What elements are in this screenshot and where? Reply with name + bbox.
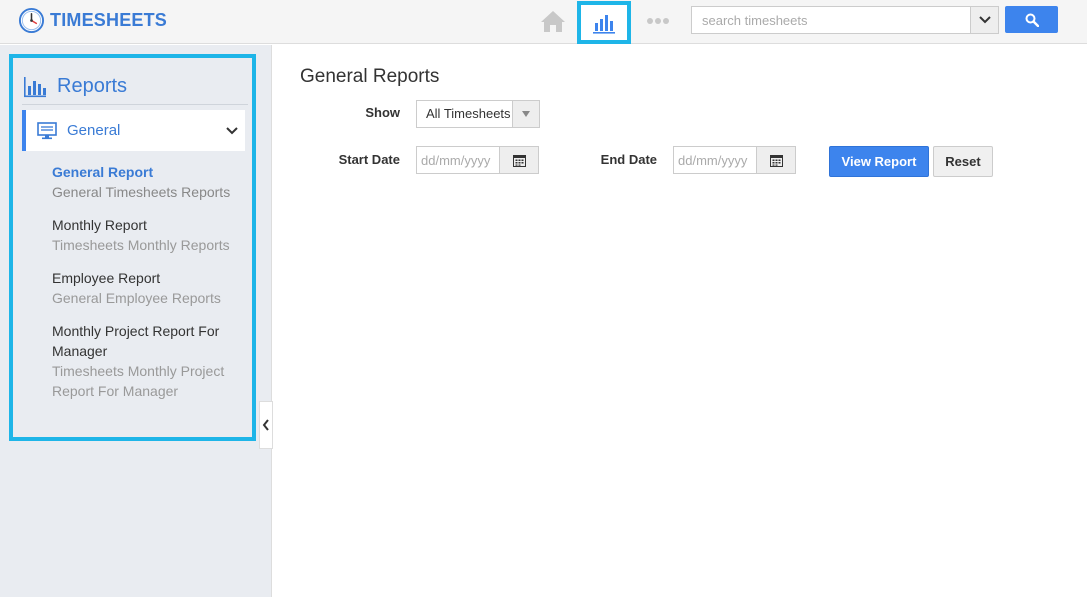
start-date-field bbox=[416, 146, 539, 174]
search-box bbox=[691, 6, 999, 34]
brand[interactable]: TIMESHEETS bbox=[18, 6, 167, 34]
show-select-value: All Timesheets bbox=[426, 106, 511, 121]
calendar-icon bbox=[769, 154, 783, 167]
start-date-calendar-button[interactable] bbox=[499, 147, 538, 173]
report-item-name: Monthly Report bbox=[52, 217, 147, 233]
chevron-left-icon bbox=[262, 419, 269, 431]
sidebar: Reports General General Report General T… bbox=[0, 45, 272, 597]
sidebar-header: Reports bbox=[22, 69, 248, 105]
report-item-name: Monthly Project Report For Manager bbox=[52, 323, 220, 359]
show-select[interactable]: All Timesheets bbox=[416, 100, 540, 128]
start-date-label: Start Date bbox=[338, 152, 400, 167]
report-item-monthly[interactable]: Monthly Report Timesheets Monthly Report… bbox=[52, 215, 248, 255]
home-icon bbox=[541, 11, 565, 32]
bar-chart-icon bbox=[24, 76, 46, 97]
page-title: General Reports bbox=[300, 66, 440, 87]
report-item-employee[interactable]: Employee Report General Employee Reports bbox=[52, 268, 248, 308]
chevron-down-icon bbox=[226, 126, 238, 134]
start-date-input[interactable] bbox=[417, 147, 499, 173]
search-button[interactable] bbox=[1005, 6, 1058, 33]
report-item-desc: Timesheets Monthly Reports bbox=[52, 237, 230, 253]
more-dots-icon bbox=[647, 18, 669, 24]
end-date-input[interactable] bbox=[674, 147, 756, 173]
section-general-toggle[interactable]: General bbox=[22, 110, 245, 151]
reset-button[interactable]: Reset bbox=[933, 146, 993, 177]
app-title: TIMESHEETS bbox=[50, 9, 168, 30]
show-label: Show bbox=[365, 105, 400, 120]
report-item-desc: Timesheets Monthly Project Report For Ma… bbox=[52, 363, 225, 399]
search-dropdown-toggle[interactable] bbox=[970, 7, 998, 33]
nav-more[interactable] bbox=[645, 12, 671, 30]
show-select-arrow bbox=[512, 101, 539, 127]
calendar-icon bbox=[512, 154, 526, 167]
report-item-general[interactable]: General Report General Timesheets Report… bbox=[52, 162, 248, 202]
bar-chart-icon bbox=[593, 14, 615, 34]
report-list: General Report General Timesheets Report… bbox=[52, 162, 248, 414]
end-date-label: End Date bbox=[600, 152, 657, 167]
report-item-monthly-project[interactable]: Monthly Project Report For Manager Times… bbox=[52, 321, 248, 401]
view-report-button[interactable]: View Report bbox=[829, 146, 929, 177]
sidebar-panel: Reports General General Report General T… bbox=[9, 54, 256, 441]
sidebar-title: Reports bbox=[57, 75, 128, 97]
monitor-icon bbox=[37, 121, 57, 139]
search-icon bbox=[1025, 13, 1039, 27]
caret-down-icon bbox=[522, 111, 530, 117]
end-date-calendar-button[interactable] bbox=[756, 147, 795, 173]
chevron-down-icon bbox=[978, 16, 991, 24]
report-item-desc: General Timesheets Reports bbox=[52, 184, 231, 200]
sidebar-collapse-handle[interactable] bbox=[259, 401, 273, 449]
search-input[interactable] bbox=[692, 7, 970, 33]
nav-reports[interactable] bbox=[577, 1, 631, 44]
report-item-desc: General Employee Reports bbox=[52, 290, 221, 306]
top-bar: TIMESHEETS bbox=[0, 0, 1087, 44]
section-general-label: General bbox=[67, 122, 121, 139]
report-item-name: Employee Report bbox=[52, 270, 161, 286]
report-item-name: General Report bbox=[52, 164, 154, 180]
end-date-field bbox=[673, 146, 796, 174]
nav-home[interactable] bbox=[539, 7, 567, 35]
clock-icon bbox=[18, 7, 45, 33]
